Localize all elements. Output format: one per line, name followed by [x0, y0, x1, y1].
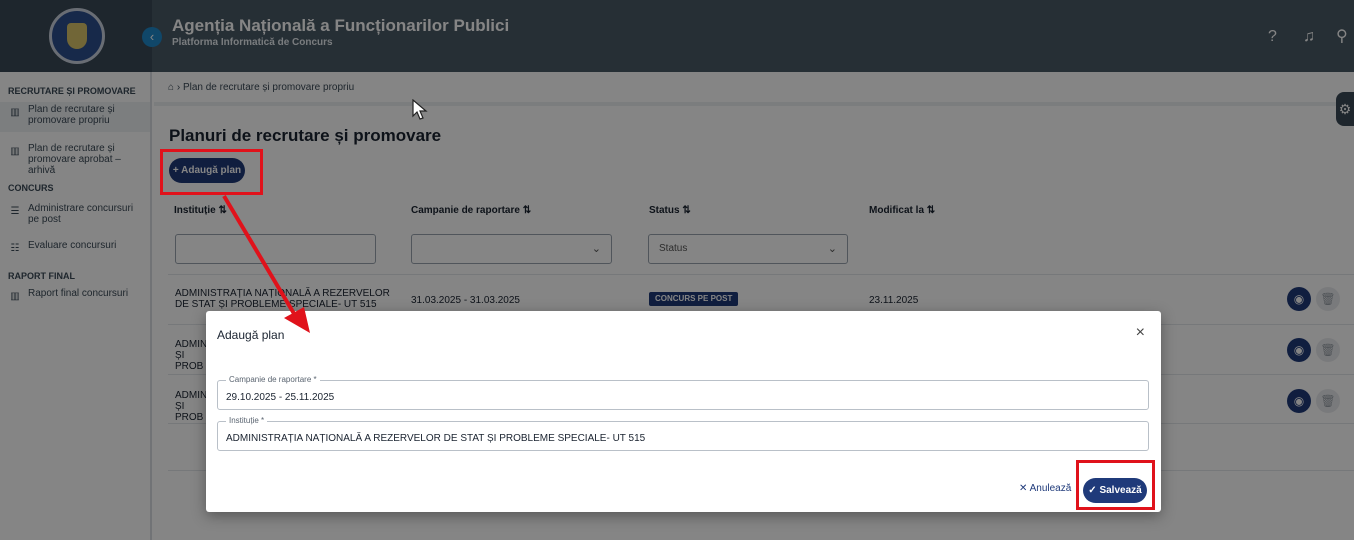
annotation-arrow: [222, 194, 310, 333]
mouse-cursor-icon: [412, 99, 428, 120]
